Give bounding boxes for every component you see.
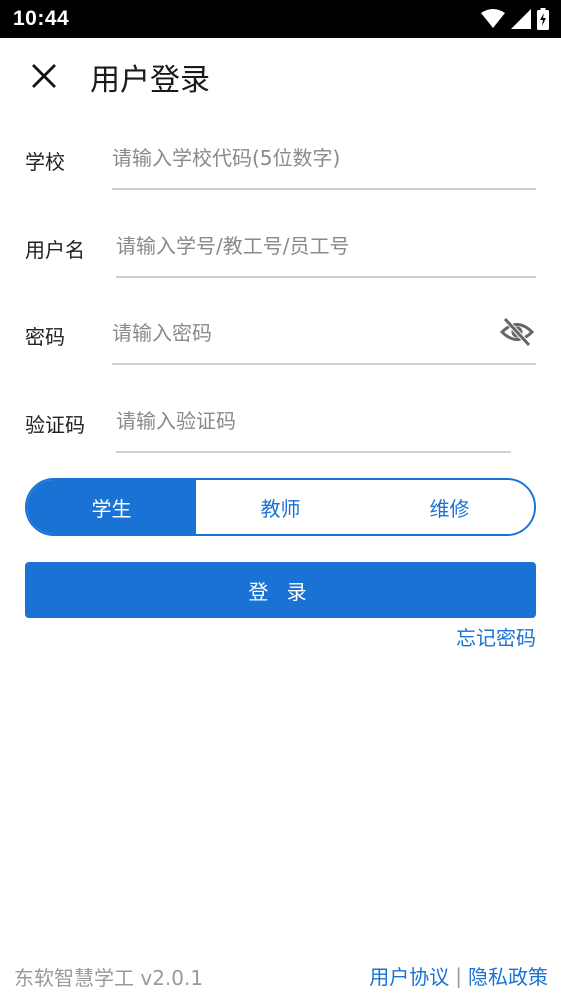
password-visibility-toggle[interactable]: [499, 316, 535, 352]
forgot-password-link[interactable]: 忘记密码: [456, 622, 536, 651]
password-label: 密码: [25, 325, 65, 349]
captcha-underline: [116, 451, 511, 453]
privacy-policy-link[interactable]: 隐私政策: [468, 961, 548, 990]
username-label: 用户名: [25, 238, 85, 262]
username-input[interactable]: [116, 226, 536, 266]
battery-charging-icon: [537, 8, 549, 30]
school-field-row: 学校: [0, 128, 561, 208]
role-selector: 学生 教师 维修: [25, 478, 536, 536]
login-button[interactable]: 登 录: [25, 562, 536, 618]
role-option-student[interactable]: 学生: [27, 480, 196, 534]
role-option-maintenance[interactable]: 维修: [365, 480, 534, 534]
password-underline: [112, 363, 536, 365]
page-title: 用户登录: [90, 63, 210, 98]
status-time: 10:44: [13, 7, 70, 30]
eye-off-icon: [499, 317, 535, 351]
user-agreement-link[interactable]: 用户协议: [369, 961, 449, 990]
password-input[interactable]: [112, 313, 492, 353]
password-field-row: 密码: [0, 303, 561, 383]
captcha-field-row: 验证码: [0, 391, 561, 471]
school-input[interactable]: [112, 138, 536, 178]
status-bar: 10:44: [0, 0, 561, 38]
username-underline: [116, 276, 536, 278]
username-field-row: 用户名: [0, 216, 561, 296]
role-option-teacher[interactable]: 教师: [196, 480, 365, 534]
close-button[interactable]: [26, 60, 62, 96]
school-underline: [112, 188, 536, 190]
footer-separator: |: [455, 963, 462, 988]
wifi-icon: [481, 9, 505, 29]
captcha-input[interactable]: [116, 401, 511, 441]
close-icon: [32, 64, 56, 92]
signal-icon: [511, 9, 531, 29]
app-version: 东软智慧学工 v2.0.1: [14, 966, 204, 990]
captcha-label: 验证码: [25, 413, 85, 437]
status-icons: [481, 8, 549, 30]
school-label: 学校: [25, 150, 65, 174]
footer-links: 用户协议 | 隐私政策: [369, 961, 548, 990]
app-bar: 用户登录: [0, 38, 561, 114]
